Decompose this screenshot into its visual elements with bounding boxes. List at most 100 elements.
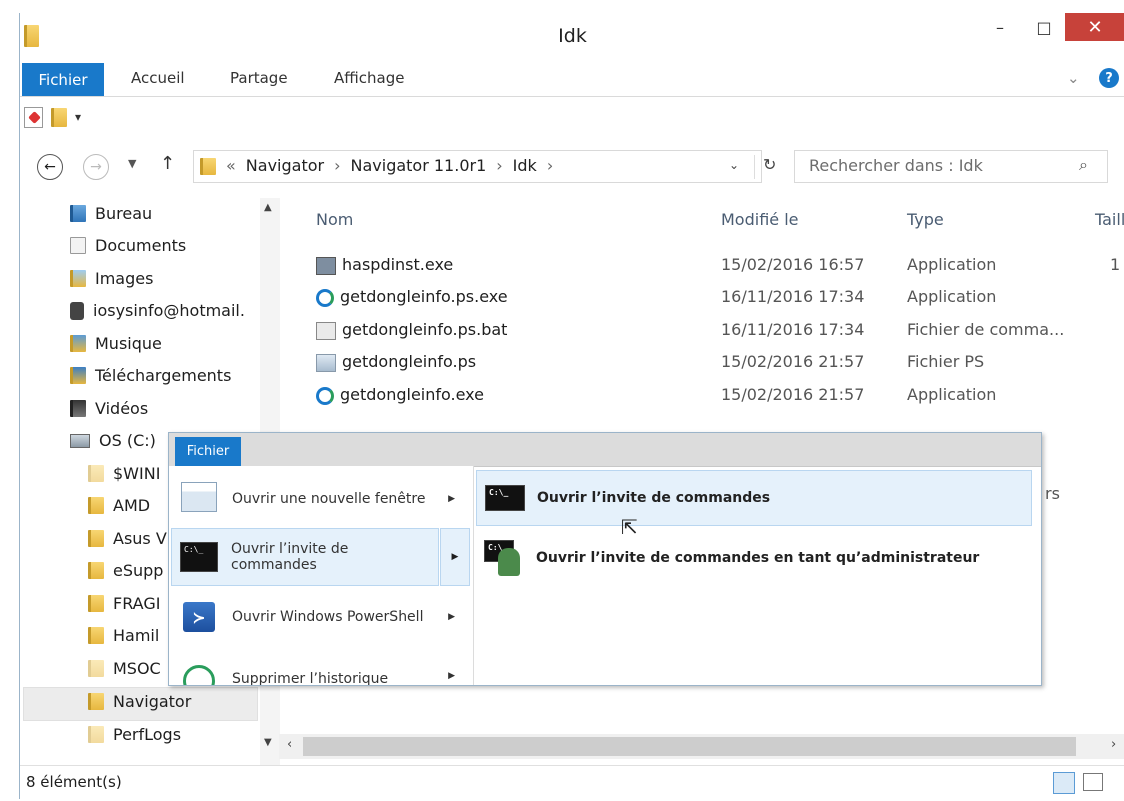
file-menu-tab[interactable]: Fichier <box>175 437 241 466</box>
sidebar-item-label: Asus V <box>113 529 167 548</box>
breadcrumb-overflow[interactable]: « <box>226 156 236 175</box>
file-modified: 15/02/2016 21:57 <box>721 352 865 371</box>
file-name: getdongleinfo.ps.bat <box>342 320 508 339</box>
search-icon[interactable]: ⌕ <box>1079 155 1088 175</box>
help-icon[interactable]: ? <box>1099 68 1119 88</box>
breadcrumb: « Navigator › Navigator 11.0r1 › Idk › <box>226 156 553 175</box>
breadcrumb-navigator[interactable]: Navigator <box>246 156 324 175</box>
maximize-button[interactable]: □ <box>1024 13 1064 41</box>
command-prompt-icon: C:\_ <box>485 485 525 511</box>
ribbon-tabs: Fichier Accueil Partage Affichage ⌄ ? <box>20 63 1124 97</box>
sidebar-item-navigator[interactable]: Navigator <box>88 692 191 711</box>
folder-icon <box>88 627 104 644</box>
file-name: haspdinst.exe <box>342 255 454 274</box>
column-header-type[interactable]: Type <box>907 210 944 229</box>
scroll-up-icon[interactable]: ▲ <box>264 202 272 213</box>
up-arrow-icon[interactable]: ↑ <box>160 153 175 174</box>
sidebar-item-label: OS (C:) <box>99 431 156 450</box>
customize-toolbar-icon[interactable]: ▾ <box>75 110 81 124</box>
details-view-icon[interactable] <box>1053 772 1075 794</box>
file-type: Fichier de comma... <box>907 320 1065 339</box>
large-icons-view-icon[interactable] <box>1083 773 1103 791</box>
forward-button[interactable]: → <box>83 154 109 180</box>
breadcrumb-separator: › <box>334 156 341 175</box>
file-modified: 16/11/2016 17:34 <box>721 287 865 306</box>
scroll-down-icon[interactable]: ▼ <box>264 737 272 748</box>
sidebar-item-folder[interactable]: $WINI <box>88 464 160 483</box>
ribbon-collapse-button[interactable]: ⌄ <box>1067 69 1080 87</box>
file-menu: Fichier Ouvrir une nouvelle fenêtre ▶ C:… <box>168 432 1042 686</box>
sidebar-item-folder[interactable]: AMD <box>88 496 150 515</box>
new-folder-icon[interactable] <box>51 107 67 127</box>
sidebar-item-telechargements[interactable]: Téléchargements <box>70 366 231 385</box>
sidebar-item-folder[interactable]: MSOC <box>88 659 161 678</box>
search-input[interactable]: Rechercher dans : Idk ⌕ <box>794 150 1108 183</box>
videos-icon <box>70 400 86 417</box>
column-header-name[interactable]: Nom <box>316 210 353 229</box>
sidebar-item-folder[interactable]: FRAGI <box>88 594 160 613</box>
setup-exe-icon <box>316 256 336 275</box>
clear-history-icon <box>183 665 215 685</box>
submenu-open-command-prompt-admin[interactable]: C:\_ Ouvrir l’invite de commandes en tan… <box>476 530 1032 586</box>
sidebar-item-os-c[interactable]: OS (C:) <box>70 431 156 450</box>
scroll-left-icon[interactable]: ‹ <box>287 737 292 752</box>
admin-user-icon <box>498 548 520 576</box>
folder-icon <box>88 465 104 482</box>
breadcrumb-navigator-11[interactable]: Navigator 11.0r1 <box>351 156 487 175</box>
sidebar-item-musique[interactable]: Musique <box>70 334 162 353</box>
sidebar-item-documents[interactable]: Documents <box>70 236 186 255</box>
column-header-size[interactable]: Taill <box>1095 210 1124 229</box>
command-prompt-icon: C:\_ <box>180 542 218 572</box>
file-size: 1 <box>1110 255 1121 274</box>
sidebar-item-label: Hamil <box>113 626 160 645</box>
scrollbar-thumb[interactable] <box>303 737 1076 756</box>
close-button[interactable]: ✕ <box>1065 13 1124 41</box>
sidebar-item-folder[interactable]: Asus V <box>88 529 167 548</box>
properties-icon[interactable] <box>24 106 43 128</box>
table-row[interactable]: getdongleinfo.ps <box>316 352 476 372</box>
address-dropdown-icon[interactable]: ⌄ <box>729 158 739 172</box>
sidebar-item-perflogs[interactable]: PerfLogs <box>88 725 181 744</box>
recent-locations-dropdown[interactable]: ▼ <box>128 157 136 170</box>
sidebar-item-account[interactable]: iosysinfo@hotmail. <box>70 301 245 320</box>
item-count: 8 élément(s) <box>26 773 122 791</box>
table-row[interactable]: getdongleinfo.ps.exe <box>316 287 508 307</box>
tab-accueil[interactable]: Accueil <box>131 69 185 87</box>
tab-affichage[interactable]: Affichage <box>334 69 404 87</box>
dongle-app-icon <box>316 288 334 307</box>
folder-icon <box>88 562 104 579</box>
column-header-modified[interactable]: Modifié le <box>721 210 799 229</box>
table-row[interactable]: getdongleinfo.ps.bat <box>316 320 507 340</box>
folder-icon <box>88 660 104 677</box>
file-modified: 15/02/2016 16:57 <box>721 255 865 274</box>
scroll-right-icon[interactable]: › <box>1111 737 1116 752</box>
horizontal-scrollbar[interactable]: ‹ › <box>279 734 1124 759</box>
back-button[interactable]: ← <box>37 154 63 180</box>
submenu-arrow-icon: ▶ <box>448 612 455 622</box>
menu-item-clear-history[interactable]: Supprimer l’historique ▶ <box>173 647 469 685</box>
sidebar-item-videos[interactable]: Vidéos <box>70 399 148 418</box>
submenu-arrow-icon[interactable]: ▶ <box>440 528 470 586</box>
submenu-open-command-prompt[interactable]: C:\_ Ouvrir l’invite de commandes <box>476 470 1032 526</box>
menu-item-new-window[interactable]: Ouvrir une nouvelle fenêtre ▶ <box>173 470 469 528</box>
menu-item-powershell[interactable]: ≻ Ouvrir Windows PowerShell ▶ <box>173 588 469 646</box>
minimize-button[interactable]: – <box>980 13 1020 41</box>
refresh-icon[interactable]: ↻ <box>754 155 776 179</box>
tab-partage[interactable]: Partage <box>230 69 288 87</box>
sidebar-item-folder[interactable]: eSupp <box>88 561 163 580</box>
table-row[interactable]: haspdinst.exe <box>316 255 453 275</box>
sidebar-item-folder[interactable]: Hamil <box>88 626 159 645</box>
tab-fichier[interactable]: Fichier <box>22 63 104 96</box>
downloads-icon <box>70 367 86 384</box>
table-row[interactable]: getdongleinfo.exe <box>316 385 484 405</box>
sidebar-item-label: MSOC <box>113 659 161 678</box>
address-bar[interactable]: « Navigator › Navigator 11.0r1 › Idk › ⌄… <box>193 150 776 183</box>
sidebar-item-images[interactable]: Images <box>70 269 153 288</box>
sidebar-item-bureau[interactable]: Bureau <box>70 204 152 223</box>
submenu-item-label: Ouvrir l’invite de commandes en tant qu’… <box>536 550 980 566</box>
menu-item-command-prompt[interactable]: C:\_ Ouvrir l’invite de commandes <box>171 528 439 586</box>
breadcrumb-idk[interactable]: Idk <box>513 156 537 175</box>
music-icon <box>70 335 86 352</box>
window-title: Idk <box>558 25 587 47</box>
file-menu-header: Fichier <box>169 433 1041 467</box>
